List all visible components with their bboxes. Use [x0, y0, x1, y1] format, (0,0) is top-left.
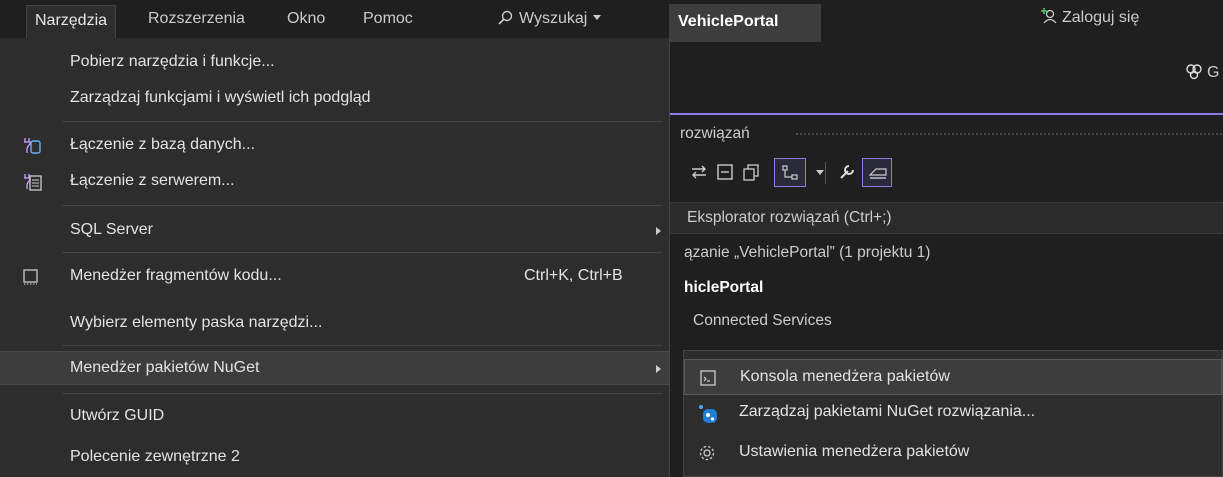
wrench-icon[interactable] [838, 163, 856, 181]
preview-toggle-button[interactable] [862, 158, 892, 187]
menu-item-shortcut: Ctrl+K, Ctrl+B [524, 267, 623, 284]
submenu-item-package-console[interactable]: Konsola menedżera pakietów [684, 359, 1222, 395]
menu-rozszerzenia[interactable]: Rozszerzenia [140, 6, 253, 32]
tools-dropdown-menu: Pobierz narzędzia i funkcje... Zarządzaj… [0, 38, 670, 477]
chevron-down-icon [593, 15, 602, 20]
menu-item-manage-features[interactable]: Zarządzaj funkcjami i wyświetl ich podgl… [0, 82, 669, 116]
chevron-down-icon[interactable] [816, 170, 824, 175]
chevron-right-icon [656, 227, 661, 235]
menu-item-nuget-manager[interactable]: Menedżer pakietów NuGet [0, 351, 669, 385]
panel-title: rozwiązań [680, 125, 750, 142]
server-connect-icon [24, 174, 42, 191]
search-icon [498, 10, 513, 25]
menu-separator [62, 345, 662, 346]
console-icon [700, 370, 716, 386]
copilot-icon [1186, 64, 1202, 80]
code-snippet-icon [23, 269, 38, 285]
submenu-item-package-settings[interactable]: Ustawienia menedżera pakietów [684, 435, 1222, 471]
nuget-submenu: Konsola menedżera pakietów Zarządzaj pak… [683, 350, 1223, 477]
menu-separator [62, 121, 662, 122]
login-label: Zaloguj się [1062, 9, 1140, 26]
tree-item-connected-services[interactable]: Connected Services [693, 312, 832, 330]
menu-item-choose-toolbox-items[interactable]: Wybierz elementy paska narzędzi... [0, 307, 669, 341]
submenu-item-label: Zarządzaj pakietami NuGet rozwiązania... [739, 403, 1036, 420]
copilot-button[interactable]: G [1185, 62, 1219, 82]
menu-item-label: Menedżer fragmentów kodu... [70, 267, 282, 284]
gear-icon [699, 445, 715, 461]
toolbar-separator [825, 162, 826, 184]
add-user-icon [1041, 8, 1057, 24]
explorer-search-placeholder: Eksplorator rozwiązań (Ctrl+;) [687, 209, 892, 226]
database-connect-icon [24, 138, 41, 154]
explorer-search-input[interactable]: Eksplorator rozwiązań (Ctrl+;) [669, 202, 1223, 234]
active-panel-indicator [669, 113, 1223, 115]
search-menu[interactable]: Wyszukaj [497, 6, 602, 32]
menu-item-external-command-2[interactable]: Polecenie zewnętrzne 2 [0, 441, 669, 475]
show-all-files-icon[interactable] [742, 163, 760, 181]
menu-item-label: SQL Server [70, 221, 153, 238]
menu-item-get-tools[interactable]: Pobierz narzędzia i funkcje... [0, 46, 669, 80]
menu-item-connect-database[interactable]: Łączenie z bazą danych... [0, 129, 669, 163]
menu-item-label: Łączenie z bazą danych... [70, 136, 256, 153]
menu-item-label: Pobierz narzędzia i funkcje... [70, 53, 275, 70]
view-toggle-button[interactable] [774, 158, 806, 187]
menu-bar: Narzędzia Rozszerzenia Okno Pomoc Wyszuk… [0, 0, 1223, 42]
menu-okno[interactable]: Okno [279, 6, 333, 32]
chevron-right-icon [656, 365, 661, 373]
menu-item-label: Wybierz elementy paska narzędzi... [70, 314, 323, 331]
menu-item-label: Polecenie zewnętrzne 2 [70, 448, 240, 465]
nuget-icon [699, 405, 717, 423]
collapse-all-icon[interactable] [716, 163, 734, 181]
submenu-item-label: Ustawienia menedżera pakietów [739, 443, 970, 460]
sync-icon[interactable] [690, 164, 708, 180]
login-button[interactable]: Zaloguj się [1040, 6, 1139, 30]
menu-item-label: Zarządzaj funkcjami i wyświetl ich podgl… [70, 89, 371, 106]
hierarchy-icon [782, 165, 798, 180]
menu-item-connect-server[interactable]: Łączenie z serwerem... [0, 165, 669, 199]
menu-item-sql-server[interactable]: SQL Server [0, 214, 669, 248]
panel-title-grip [795, 132, 1223, 136]
copilot-label: G [1207, 64, 1220, 81]
menu-narzedzia[interactable]: Narzędzia [26, 5, 117, 39]
tree-item-project[interactable]: hiclePortal [684, 279, 763, 297]
menu-item-label: Menedżer pakietów NuGet [70, 359, 260, 376]
submenu-item-label: Konsola menedżera pakietów [740, 368, 950, 385]
menu-item-create-guid[interactable]: Utwórz GUID [0, 400, 669, 434]
preview-icon [868, 168, 887, 179]
menu-separator [62, 393, 662, 394]
menu-separator [62, 205, 662, 206]
menu-pomoc[interactable]: Pomoc [355, 6, 421, 32]
tree-item-solution[interactable]: ązanie „VehiclePortal” (1 projektu 1) [684, 244, 930, 262]
submenu-item-manage-nuget[interactable]: Zarządzaj pakietami NuGet rozwiązania... [684, 395, 1222, 431]
menu-item-snippet-manager[interactable]: Menedżer fragmentów kodu... Ctrl+K, Ctrl… [0, 260, 669, 294]
menu-separator [62, 252, 662, 253]
solution-name: VehiclePortal [669, 4, 821, 42]
menu-item-label: Utwórz GUID [70, 407, 165, 424]
menu-item-label: Łączenie z serwerem... [70, 172, 235, 189]
search-label: Wyszukaj [519, 10, 588, 27]
